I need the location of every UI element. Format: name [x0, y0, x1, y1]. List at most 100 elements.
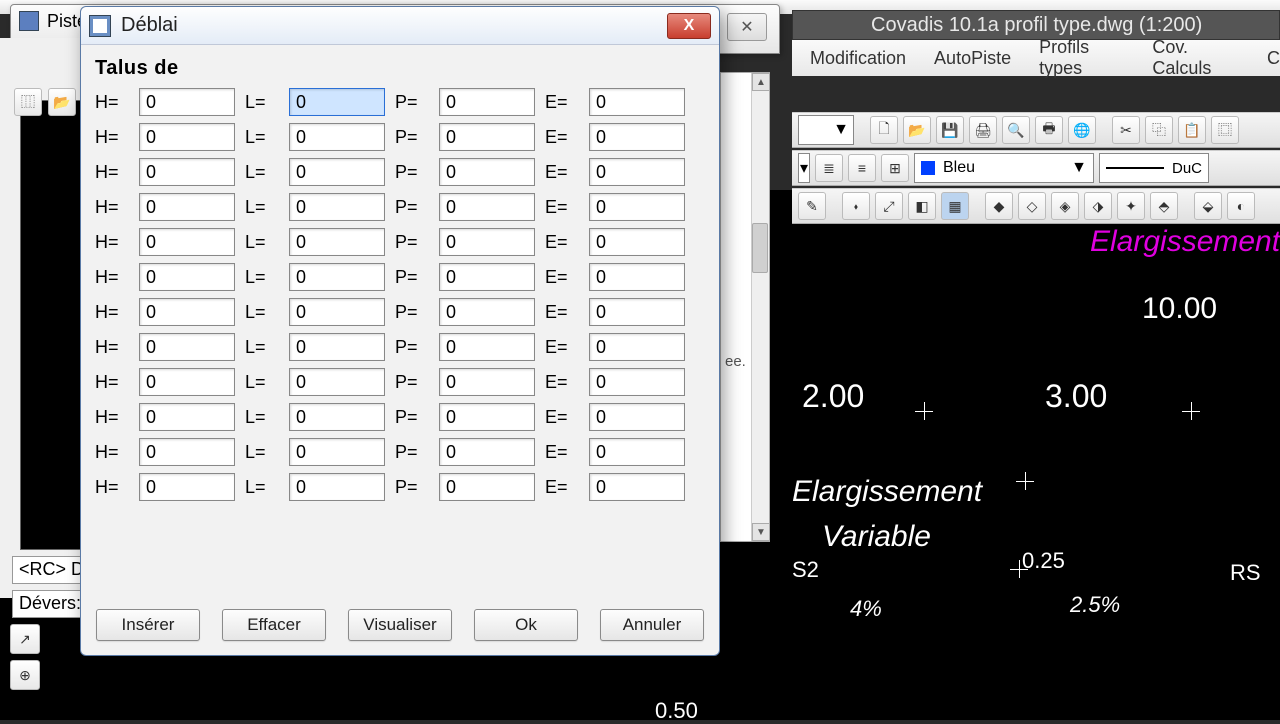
l-input[interactable]: [289, 123, 385, 151]
tool-l-icon[interactable]: ⬙: [1194, 192, 1222, 220]
l-input[interactable]: [289, 333, 385, 361]
scroll-down-icon[interactable]: ▼: [752, 523, 770, 541]
l-input[interactable]: [289, 88, 385, 116]
e-input[interactable]: [589, 228, 685, 256]
h-input[interactable]: [139, 473, 235, 501]
l-input[interactable]: [289, 263, 385, 291]
h-input[interactable]: [139, 333, 235, 361]
l-input[interactable]: [289, 403, 385, 431]
publish-icon[interactable]: 🖶: [1035, 116, 1063, 144]
p-input[interactable]: [439, 368, 535, 396]
e-input[interactable]: [589, 368, 685, 396]
e-input[interactable]: [589, 158, 685, 186]
new-icon[interactable]: 🗋: [870, 116, 898, 144]
preview-icon[interactable]: 🔍: [1002, 116, 1030, 144]
l-input[interactable]: [289, 298, 385, 326]
h-input[interactable]: [139, 228, 235, 256]
tool-g-icon[interactable]: ◇: [1018, 192, 1046, 220]
layer-tool-1-icon[interactable]: ≣: [815, 154, 843, 182]
inserer-button[interactable]: Insérer: [96, 609, 200, 641]
piste-close-button[interactable]: ✕: [727, 13, 767, 41]
tool-c-icon[interactable]: ⤢: [875, 192, 903, 220]
e-input[interactable]: [589, 438, 685, 466]
layer-tool-3-icon[interactable]: ⊞: [881, 154, 909, 182]
linetype-dropdown[interactable]: DuC: [1099, 153, 1209, 183]
menu-extra[interactable]: C: [1267, 48, 1280, 69]
visualiser-button[interactable]: Visualiser: [348, 609, 452, 641]
menu-cov-calculs[interactable]: Cov. Calculs: [1152, 37, 1239, 79]
p-input[interactable]: [439, 438, 535, 466]
tool-e-icon[interactable]: ▦: [941, 192, 969, 220]
tool-b-icon[interactable]: ⬪: [842, 192, 870, 220]
l-input[interactable]: [289, 473, 385, 501]
p-input[interactable]: [439, 473, 535, 501]
h-input[interactable]: [139, 438, 235, 466]
menu-modification[interactable]: Modification: [810, 48, 906, 69]
menu-profils-types[interactable]: Profils types: [1039, 37, 1124, 79]
l-input[interactable]: [289, 193, 385, 221]
mini-tool-1-icon[interactable]: ⿲: [14, 88, 42, 116]
left-tool-1-icon[interactable]: ↗: [10, 624, 40, 654]
p-input[interactable]: [439, 123, 535, 151]
h-input[interactable]: [139, 403, 235, 431]
web-icon[interactable]: 🌐: [1068, 116, 1096, 144]
dialog-close-button[interactable]: X: [667, 13, 711, 39]
tool-a-icon[interactable]: ✎: [798, 192, 826, 220]
p-input[interactable]: [439, 333, 535, 361]
h-input[interactable]: [139, 123, 235, 151]
dropdown-arrow[interactable]: ▾: [798, 153, 810, 183]
h-input[interactable]: [139, 368, 235, 396]
open-icon[interactable]: 📂: [903, 116, 931, 144]
zoom-dropdown[interactable]: ▼: [798, 115, 854, 145]
scrollbar-thumb[interactable]: [752, 223, 768, 273]
h-input[interactable]: [139, 298, 235, 326]
mini-tool-open-icon[interactable]: 📂: [48, 88, 76, 116]
save-icon[interactable]: 💾: [936, 116, 964, 144]
tool-d-icon[interactable]: ◧: [908, 192, 936, 220]
tool-j-icon[interactable]: ✦: [1117, 192, 1145, 220]
p-input[interactable]: [439, 263, 535, 291]
h-input[interactable]: [139, 263, 235, 291]
e-input[interactable]: [589, 473, 685, 501]
tool-f-icon[interactable]: ◆: [985, 192, 1013, 220]
tool-h-icon[interactable]: ◈: [1051, 192, 1079, 220]
e-input[interactable]: [589, 123, 685, 151]
e-input[interactable]: [589, 298, 685, 326]
h-input[interactable]: [139, 193, 235, 221]
e-input[interactable]: [589, 193, 685, 221]
match-icon[interactable]: ⿴: [1211, 116, 1239, 144]
copy-icon[interactable]: ⿻: [1145, 116, 1173, 144]
layer-color-dropdown[interactable]: Bleu ▼: [914, 153, 1094, 183]
scroll-up-icon[interactable]: ▲: [752, 73, 770, 91]
e-input[interactable]: [589, 263, 685, 291]
scrollbar-track[interactable]: ▲ ▼: [751, 73, 769, 541]
left-tool-2-icon[interactable]: ⊕: [10, 660, 40, 690]
tool-k-icon[interactable]: ⬘: [1150, 192, 1178, 220]
p-input[interactable]: [439, 228, 535, 256]
print-icon[interactable]: 🖨: [969, 116, 997, 144]
tool-i-icon[interactable]: ⬗: [1084, 192, 1112, 220]
e-input[interactable]: [589, 88, 685, 116]
h-input[interactable]: [139, 158, 235, 186]
e-input[interactable]: [589, 333, 685, 361]
dialog-titlebar[interactable]: Déblai X: [81, 7, 719, 45]
ok-button[interactable]: Ok: [474, 609, 578, 641]
tool-m-icon[interactable]: ◐: [1227, 192, 1255, 220]
e-input[interactable]: [589, 403, 685, 431]
p-input[interactable]: [439, 298, 535, 326]
h-input[interactable]: [139, 88, 235, 116]
l-input[interactable]: [289, 438, 385, 466]
p-input[interactable]: [439, 403, 535, 431]
l-input[interactable]: [289, 228, 385, 256]
p-input[interactable]: [439, 88, 535, 116]
p-input[interactable]: [439, 193, 535, 221]
paste-icon[interactable]: 📋: [1178, 116, 1206, 144]
annuler-button[interactable]: Annuler: [600, 609, 704, 641]
l-input[interactable]: [289, 158, 385, 186]
layer-tool-2-icon[interactable]: ≡: [848, 154, 876, 182]
p-input[interactable]: [439, 158, 535, 186]
cut-icon[interactable]: ✂: [1112, 116, 1140, 144]
effacer-button[interactable]: Effacer: [222, 609, 326, 641]
menu-autopiste[interactable]: AutoPiste: [934, 48, 1011, 69]
l-input[interactable]: [289, 368, 385, 396]
